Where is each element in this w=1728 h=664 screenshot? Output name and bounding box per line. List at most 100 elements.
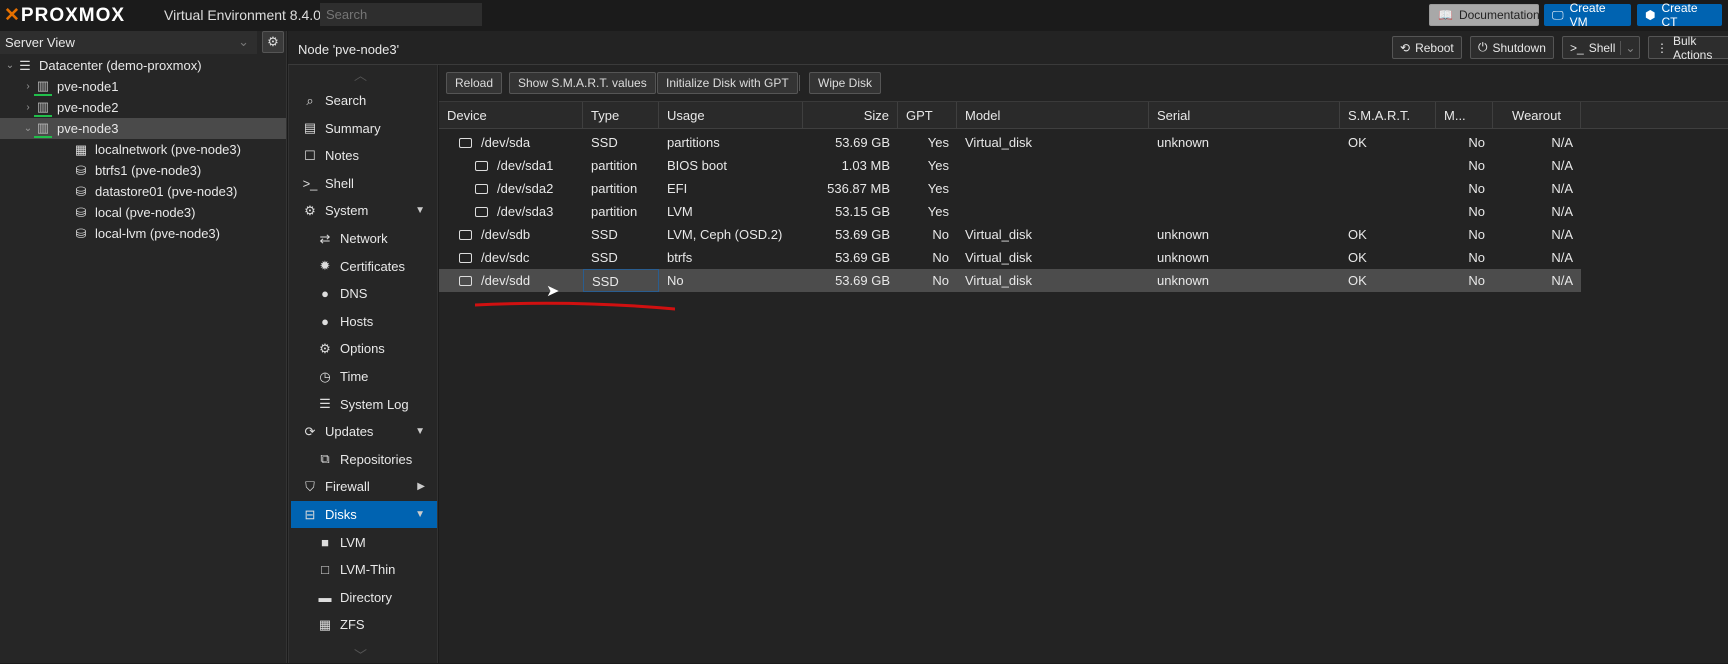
cell-wearout: N/A (1551, 250, 1573, 265)
table-row[interactable]: /dev/sda1 partition BIOS boot 1.03 MB Yes No N… (439, 154, 1581, 177)
nav-item-dns[interactable]: ● DNS (291, 280, 437, 307)
cell-size: 536.87 MB (827, 181, 890, 196)
tree-item-label: pve-node2 (57, 100, 119, 115)
disks-icon: ⊟ (304, 506, 316, 522)
table-row[interactable]: /dev/sdd SSD No 53.69 GB No Virtual_disk unkno… (439, 269, 1581, 292)
nav-item-hosts[interactable]: ● Hosts (291, 308, 437, 335)
tree-item[interactable]: ⌄ ☰ Datacenter (demo-proxmox) (0, 55, 286, 76)
tree-item[interactable]: ⛁ datastore01 (pve-node3) (0, 181, 286, 202)
cell-smart: OK (1348, 135, 1367, 150)
nav-item-zfs[interactable]: ▦ ZFS (291, 611, 437, 638)
tree-item[interactable]: › ▥ pve-node1 (0, 76, 286, 97)
table-row[interactable]: /dev/sda2 partition EFI 536.87 MB Yes No N/A (439, 177, 1581, 200)
expand-arrow-icon[interactable]: ▶ (417, 481, 425, 492)
storage-icon: ⛁ (75, 225, 87, 241)
scroll-down-icon[interactable]: ﹀ (354, 645, 367, 664)
tree-item-label: Datacenter (demo-proxmox) (39, 58, 202, 73)
view-selector[interactable]: Server View ⌄ (0, 31, 257, 54)
column-header[interactable]: Device (439, 102, 583, 129)
column-header[interactable]: GPT (898, 102, 957, 129)
table-row[interactable]: /dev/sda SSD partitions 53.69 GB Yes Virtual_… (439, 131, 1581, 154)
expander-icon[interactable]: ⌄ (22, 123, 34, 134)
nav-item-network[interactable]: ⇄ Network (291, 225, 437, 252)
column-header[interactable]: Wearout (1493, 102, 1581, 129)
nav-item-shell[interactable]: >_ Shell (291, 170, 437, 197)
nav-item-system-log[interactable]: ☰ System Log (291, 391, 437, 418)
nav-item-repositories[interactable]: ⧉ Repositories (291, 446, 437, 473)
nav-item-summary[interactable]: ▤ Summary (291, 115, 437, 142)
time-icon: ◷ (319, 368, 331, 384)
tree-item[interactable]: › ▥ pve-node2 (0, 97, 286, 118)
cell-m: No (1468, 181, 1485, 196)
expand-arrow-icon[interactable]: ▼ (415, 426, 425, 437)
cell-gpt: Yes (927, 181, 949, 196)
nav-item-lvm[interactable]: ■ LVM (291, 529, 437, 556)
cell-model: Virtual_disk (965, 273, 1032, 288)
cell-smart: OK (1348, 273, 1367, 288)
expand-arrow-icon[interactable]: ▼ (415, 205, 425, 216)
nav-item-lvm-thin[interactable]: □ LVM-Thin (291, 556, 437, 583)
book-icon: 📖 (1438, 8, 1453, 22)
column-header[interactable]: Model (957, 102, 1149, 129)
tree-item[interactable]: ⌄ ▥ pve-node3 (0, 118, 286, 139)
nav-item-system[interactable]: ⚙ System ▼ (291, 197, 437, 224)
column-header[interactable]: Type (583, 102, 659, 129)
search-icon: ⌕ (306, 92, 314, 108)
search-input[interactable] (320, 3, 482, 26)
toolbar-separator (799, 75, 800, 91)
shutdown-button[interactable]: ⏻ Shutdown (1470, 36, 1554, 59)
chevron-down-icon[interactable]: ⌄ (1620, 40, 1635, 55)
nav-item-firewall[interactable]: ⛉ Firewall ▶ (291, 473, 437, 500)
table-row[interactable]: /dev/sdc SSD btrfs 53.69 GB No Virtual_disk un… (439, 246, 1581, 269)
column-header[interactable]: S.M.A.R.T. (1340, 102, 1436, 129)
column-header[interactable]: Serial (1149, 102, 1340, 129)
nav-item-time[interactable]: ◷ Time (291, 363, 437, 390)
nav-item-search[interactable]: ⌕ Search (291, 87, 437, 114)
documentation-button[interactable]: 📖 Documentation (1429, 4, 1540, 26)
nav-item-certificates[interactable]: ✹ Certificates (291, 253, 437, 280)
reboot-button[interactable]: ⟲ Reboot (1392, 36, 1462, 59)
nav-item-notes[interactable]: ☐ Notes (291, 142, 437, 169)
expander-icon[interactable]: › (22, 81, 34, 92)
hard-drive-icon (459, 253, 472, 263)
shell-button[interactable]: >_ Shell ⌄ (1562, 36, 1640, 59)
create-ct-button[interactable]: ⬢ Create CT (1637, 1, 1722, 29)
table-row[interactable]: /dev/sdb SSD LVM, Ceph (OSD.2) 53.69 GB No Vi… (439, 223, 1581, 246)
scroll-up-icon[interactable]: ︿ (354, 65, 367, 84)
table-row[interactable]: /dev/sda3 partition LVM 53.15 GB Yes No N/A (439, 200, 1581, 223)
expand-arrow-icon[interactable]: ▼ (415, 509, 425, 520)
tree-item[interactable]: ▦ localnetwork (pve-node3) (0, 139, 286, 160)
device-cell: /dev/sda1 (439, 154, 583, 177)
initialize-gpt-button[interactable]: Initialize Disk with GPT (657, 72, 798, 94)
gear-icon[interactable]: ⚙ (262, 31, 284, 53)
cell-m: No (1468, 227, 1485, 242)
column-header[interactable]: Usage (659, 102, 803, 129)
expander-icon[interactable]: ⌄ (4, 60, 16, 71)
cell-type: partition (591, 181, 638, 196)
cell-size: 53.69 GB (835, 227, 890, 242)
column-header[interactable]: Size (803, 102, 898, 129)
nav-item-directory[interactable]: ▬ Directory (291, 584, 437, 611)
tree-item[interactable]: ⛁ btrfs1 (pve-node3) (0, 160, 286, 181)
options-icon: ⚙ (319, 340, 331, 356)
cell-wearout: N/A (1551, 204, 1573, 219)
expander-icon[interactable]: › (22, 102, 34, 113)
chevron-down-icon: ⌄ (238, 34, 249, 49)
nav-item-updates[interactable]: ⟳ Updates ▼ (291, 418, 437, 445)
show-smart-button[interactable]: Show S.M.A.R.T. values (509, 72, 656, 94)
create-vm-button[interactable]: 🖵 Create VM (1544, 1, 1631, 29)
tree-item[interactable]: ⛁ local-lvm (pve-node3) (0, 223, 286, 244)
notes-icon: ☐ (304, 147, 316, 163)
cell-smart: OK (1348, 250, 1367, 265)
nav-item-disks[interactable]: ⊟ Disks ▼ (291, 501, 437, 528)
kebab-icon: ⋮ (1656, 40, 1668, 55)
mouse-cursor-icon: ➤ (546, 283, 560, 300)
bulk-actions-button[interactable]: ⋮ Bulk Actions (1648, 34, 1728, 62)
shell-icon: >_ (302, 175, 318, 191)
tree-item[interactable]: ⛁ local (pve-node3) (0, 202, 286, 223)
reload-button[interactable]: Reload (446, 72, 503, 94)
column-header[interactable]: M... (1436, 102, 1493, 129)
node-online-icon: ▥ (34, 78, 52, 96)
nav-item-options[interactable]: ⚙ Options (291, 335, 437, 362)
wipe-disk-button[interactable]: Wipe Disk (809, 72, 882, 94)
